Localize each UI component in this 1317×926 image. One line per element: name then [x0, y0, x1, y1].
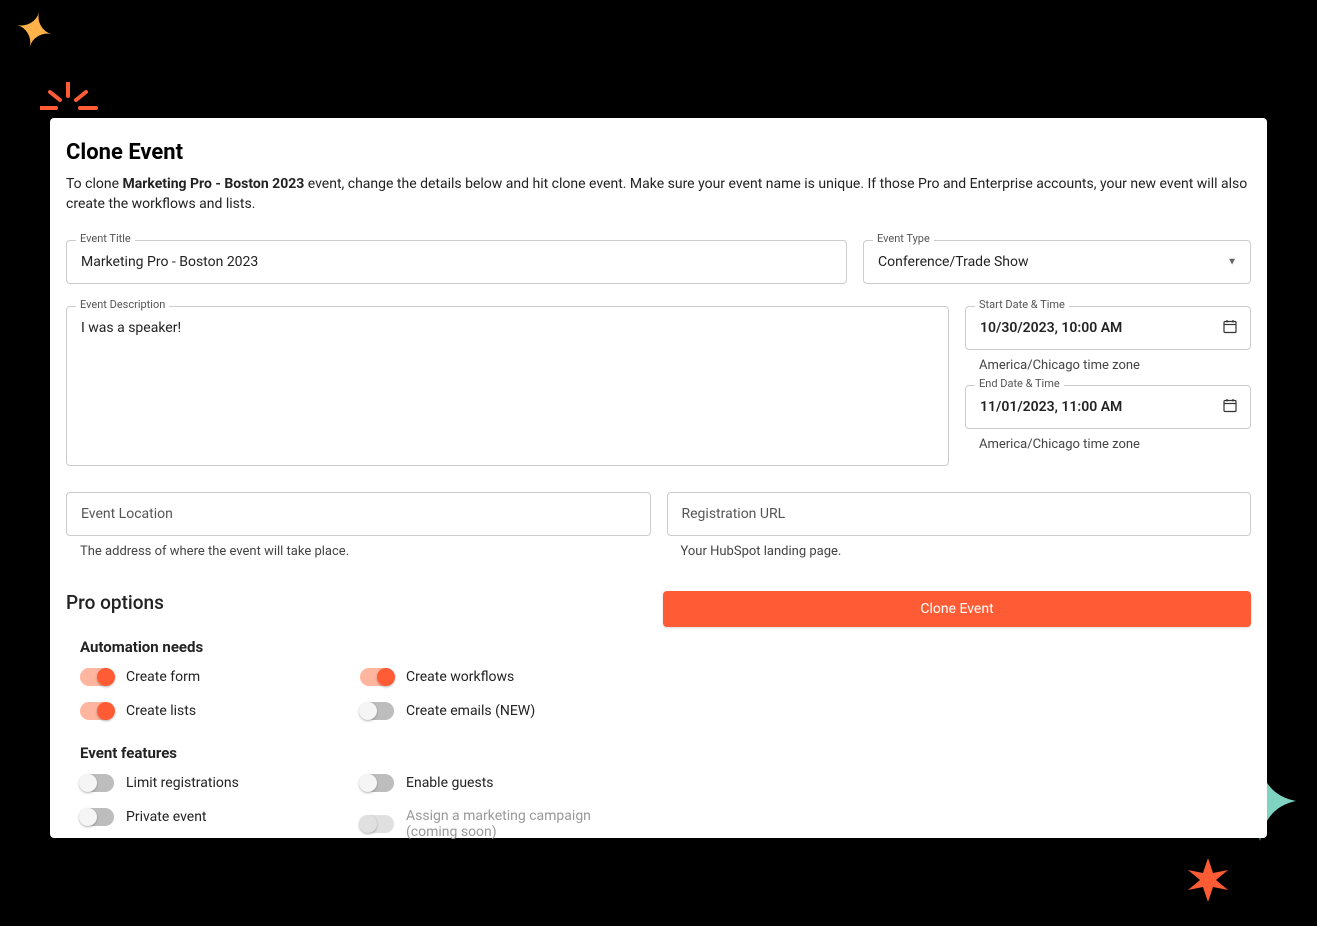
start-date-wrap: Start Date & Time [965, 306, 1251, 350]
limit-registrations-toggle[interactable] [80, 774, 114, 792]
create-emails-toggle[interactable] [360, 702, 394, 720]
event-description-input[interactable] [66, 306, 949, 466]
event-type-label: Event Type [873, 232, 934, 245]
start-date-input[interactable] [965, 306, 1251, 350]
registration-url-wrap: Your HubSpot landing page. [667, 492, 1252, 559]
event-title-input[interactable] [66, 240, 847, 284]
event-type-wrap: Event Type ▼ [863, 240, 1251, 284]
decorative-accent-red [40, 82, 98, 116]
assign-campaign-label: Assign a marketing campaign (coming soon… [406, 808, 640, 840]
enable-guests-toggle[interactable] [360, 774, 394, 792]
end-date-tz: America/Chicago time zone [979, 437, 1251, 452]
create-lists-toggle[interactable] [80, 702, 114, 720]
features-heading: Event features [80, 744, 647, 762]
event-location-helper: The address of where the event will take… [80, 544, 651, 559]
end-date-wrap: End Date & Time [965, 385, 1251, 429]
private-event-toggle[interactable] [80, 808, 114, 826]
registration-url-input[interactable] [667, 492, 1252, 536]
clone-event-panel: Clone Event To clone Marketing Pro - Bos… [50, 118, 1267, 838]
decorative-star-red [1186, 858, 1230, 906]
event-type-select[interactable] [863, 240, 1251, 284]
page-title: Clone Event [66, 140, 1251, 165]
decorative-star-yellow: ✦ [7, 0, 61, 63]
pro-options-title: Pro options [66, 591, 647, 614]
page-description: To clone Marketing Pro - Boston 2023 eve… [66, 175, 1251, 214]
event-title-wrap: Event Title [66, 240, 847, 284]
clone-event-button[interactable]: Clone Event [663, 591, 1251, 627]
dates-column: Start Date & Time America/Chicago time z… [965, 306, 1251, 470]
assign-campaign-toggle [360, 815, 394, 833]
automation-heading: Automation needs [80, 638, 647, 656]
create-form-label: Create form [126, 669, 200, 685]
end-date-label: End Date & Time [975, 377, 1064, 390]
desc-pre: To clone [66, 176, 122, 192]
enable-guests-label: Enable guests [406, 775, 494, 791]
start-date-label: Start Date & Time [975, 298, 1069, 311]
create-workflows-label: Create workflows [406, 669, 514, 685]
start-date-tz: America/Chicago time zone [979, 358, 1251, 373]
event-description-label: Event Description [76, 298, 169, 311]
event-description-wrap: Event Description [66, 306, 949, 470]
registration-url-helper: Your HubSpot landing page. [681, 544, 1252, 559]
event-location-input[interactable] [66, 492, 651, 536]
event-location-wrap: The address of where the event will take… [66, 492, 651, 559]
pro-options: Pro options Automation needs Create form… [66, 591, 647, 864]
limit-registrations-label: Limit registrations [126, 775, 239, 791]
create-emails-label: Create emails (NEW) [406, 703, 535, 719]
desc-bold: Marketing Pro - Boston 2023 [122, 176, 304, 192]
end-date-input[interactable] [965, 385, 1251, 429]
create-lists-label: Create lists [126, 703, 196, 719]
action-column: Clone Event [663, 591, 1251, 864]
create-form-toggle[interactable] [80, 668, 114, 686]
event-title-label: Event Title [76, 232, 135, 245]
create-workflows-toggle[interactable] [360, 668, 394, 686]
private-event-label: Private event [126, 809, 207, 825]
